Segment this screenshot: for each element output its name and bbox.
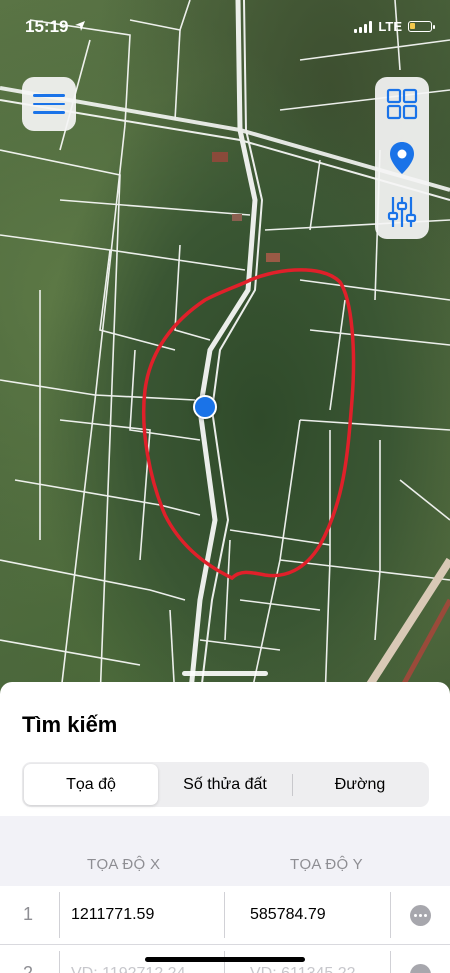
status-indicators: LTE bbox=[354, 19, 435, 34]
divider bbox=[224, 951, 225, 973]
grid-layers-icon bbox=[386, 88, 418, 120]
layers-button[interactable] bbox=[375, 77, 429, 131]
y-coordinate-field[interactable]: 585784.79 bbox=[250, 906, 326, 924]
sheet-drag-handle[interactable] bbox=[182, 671, 268, 676]
tab-label: Số thửa đất bbox=[183, 775, 267, 793]
divider bbox=[390, 951, 391, 973]
divider bbox=[59, 951, 60, 973]
tab-label: Đường bbox=[334, 775, 386, 793]
hamburger-menu-icon bbox=[33, 94, 65, 97]
battery-icon bbox=[408, 21, 435, 32]
x-coordinate-field[interactable]: VD: 1192712.24 bbox=[71, 965, 185, 973]
tab-parcel-number[interactable]: Số thửa đất bbox=[158, 764, 292, 805]
signal-bars-icon bbox=[354, 20, 373, 33]
more-options-icon[interactable] bbox=[410, 964, 431, 973]
satellite-map[interactable]: 15:19 LTE bbox=[0, 0, 450, 700]
search-sheet: Tìm kiếm Tọa độ Số thửa đất Đường TỌA ĐỘ… bbox=[0, 682, 450, 973]
divider bbox=[59, 892, 60, 938]
home-indicator[interactable] bbox=[145, 957, 305, 962]
divider bbox=[390, 892, 391, 938]
filter-button[interactable] bbox=[375, 185, 429, 239]
current-location-marker bbox=[193, 395, 217, 419]
filter-sliders-icon bbox=[387, 197, 417, 227]
tab-coordinates[interactable]: Tọa độ bbox=[24, 764, 158, 805]
locate-button[interactable] bbox=[375, 131, 429, 185]
status-bar: 15:19 LTE bbox=[0, 0, 450, 54]
map-controls bbox=[375, 77, 429, 239]
tab-road[interactable]: Đường bbox=[293, 764, 427, 805]
location-pin-icon bbox=[390, 142, 414, 174]
column-header-x: TỌA ĐỘ X bbox=[87, 856, 161, 873]
row-index: 2 bbox=[23, 963, 34, 973]
location-arrow-icon bbox=[74, 19, 86, 37]
search-mode-tabs: Tọa độ Số thửa đất Đường bbox=[22, 762, 429, 807]
divider bbox=[224, 892, 225, 938]
column-header-y: TỌA ĐỘ Y bbox=[290, 856, 363, 873]
table-header: TỌA ĐỘ X TỌA ĐỘ Y bbox=[0, 816, 450, 886]
row-index: 1 bbox=[23, 904, 34, 924]
coordinate-table: TỌA ĐỘ X TỌA ĐỘ Y 1 1211771.59 585784.79… bbox=[0, 816, 450, 973]
menu-button[interactable] bbox=[22, 77, 76, 131]
more-options-icon[interactable] bbox=[410, 905, 431, 926]
y-coordinate-field[interactable]: VD: 611345.22 bbox=[250, 965, 356, 973]
x-coordinate-field[interactable]: 1211771.59 bbox=[71, 906, 154, 924]
table-row: 1 1211771.59 585784.79 bbox=[0, 886, 450, 945]
status-time: 15:19 bbox=[25, 17, 69, 36]
network-type: LTE bbox=[378, 19, 402, 34]
sheet-title: Tìm kiếm bbox=[22, 712, 118, 737]
tab-label: Tọa độ bbox=[66, 775, 116, 793]
